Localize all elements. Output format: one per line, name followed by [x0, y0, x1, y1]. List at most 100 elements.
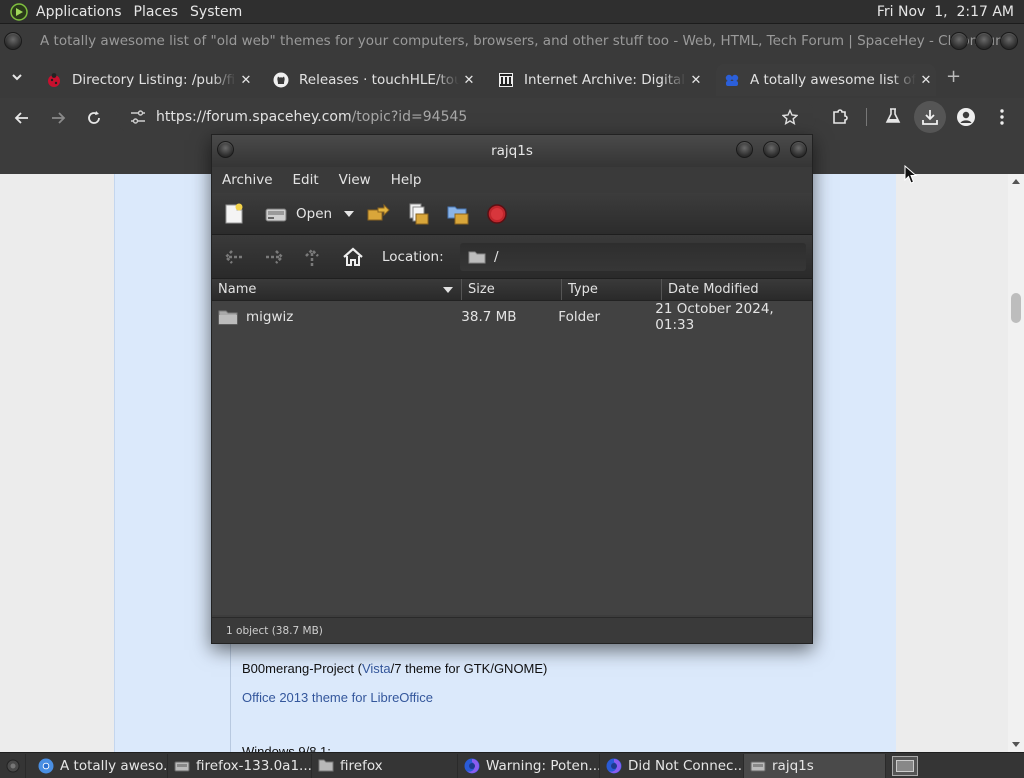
- maximize-button[interactable]: [975, 32, 993, 50]
- site-info-icon[interactable]: [130, 110, 146, 124]
- maximize-button[interactable]: [763, 141, 780, 158]
- location-field[interactable]: /: [460, 243, 806, 271]
- file-list[interactable]: migwiz 38.7 MB Folder 21 October 2024, 0…: [212, 301, 812, 615]
- taskbar-item-warning[interactable]: Warning: Poten...: [458, 753, 600, 778]
- archive-statusbar: 1 object (38.7 MB): [212, 617, 812, 643]
- taskbar-item-firefox-archive[interactable]: firefox-133.0a1....: [168, 753, 312, 778]
- post-line-windows: Windows 9/8.1:: [242, 744, 331, 752]
- archive-manager-window[interactable]: rajq1s Archive Edit View Help Open Locat…: [211, 134, 813, 644]
- url-text[interactable]: https://forum.spacehey.com/topic?id=9454…: [156, 109, 467, 125]
- menu-view[interactable]: View: [329, 172, 381, 188]
- new-document-icon: [225, 203, 243, 223]
- column-name[interactable]: Name: [212, 279, 462, 300]
- mouse-cursor: [904, 165, 918, 185]
- close-button[interactable]: [1000, 32, 1018, 50]
- file-name: migwiz: [246, 309, 294, 325]
- close-tab-icon[interactable]: ✕: [236, 73, 256, 88]
- flask-icon: [885, 108, 901, 123]
- forward-button[interactable]: [40, 100, 76, 136]
- chromium-icon: [38, 758, 54, 774]
- bookmark-star-icon[interactable]: [782, 109, 798, 125]
- arrow-up-icon: [305, 247, 319, 266]
- new-tab-button[interactable]: +: [946, 66, 961, 87]
- up-button[interactable]: [302, 246, 322, 268]
- file-modified: 21 October 2024, 01:33: [655, 301, 774, 333]
- taskbar-item-firefox-folder[interactable]: firefox: [312, 753, 458, 778]
- places-menu[interactable]: Places: [128, 0, 185, 24]
- taskbar-item-rajq1s[interactable]: rajq1s: [744, 753, 886, 778]
- home-button[interactable]: [342, 246, 364, 268]
- add-folder-button[interactable]: [446, 202, 470, 226]
- window-menu-button[interactable]: [4, 32, 22, 50]
- tab-search-button[interactable]: [10, 70, 24, 84]
- archive-manager-icon: [750, 758, 766, 774]
- vista-link[interactable]: Vista: [362, 661, 391, 676]
- tab-internet-archive[interactable]: Internet Archive: Digital Lib ✕: [498, 64, 706, 96]
- stop-button[interactable]: [486, 203, 508, 225]
- tab-spacehey-active[interactable]: A totally awesome list of "o ✕: [716, 64, 936, 96]
- open-button[interactable]: Open: [264, 203, 332, 225]
- tab-strip: Directory Listing: /pub/firef ✕ Releases…: [0, 58, 1024, 98]
- clock[interactable]: Fri Nov 1, 2:17 AM: [877, 4, 1024, 20]
- close-tab-icon[interactable]: ✕: [916, 73, 936, 88]
- minimize-button[interactable]: [950, 32, 968, 50]
- forward-button[interactable]: [262, 247, 286, 267]
- scrollbar-thumb[interactable]: [1011, 293, 1021, 323]
- close-tab-icon[interactable]: ✕: [459, 73, 479, 88]
- reload-button[interactable]: [76, 100, 112, 136]
- workspace-icon: [896, 759, 914, 772]
- browser-titlebar[interactable]: A totally awesome list of "old web" them…: [0, 24, 1024, 58]
- window-menu-button[interactable]: [217, 141, 234, 158]
- minimize-button[interactable]: [736, 141, 753, 158]
- column-date-modified[interactable]: Date Modified: [662, 279, 812, 300]
- toolbar-divider: [866, 108, 867, 126]
- extract-button[interactable]: [366, 202, 390, 226]
- taskbar-item-did-not-connect[interactable]: Did Not Connec...: [600, 753, 744, 778]
- show-desktop-button[interactable]: [0, 753, 26, 778]
- close-tab-icon[interactable]: ✕: [686, 73, 706, 88]
- applications-menu[interactable]: Applications: [30, 0, 128, 24]
- gnome-foot-icon[interactable]: [10, 2, 28, 21]
- tab-directory-listing[interactable]: Directory Listing: /pub/firef ✕: [46, 64, 256, 96]
- column-size[interactable]: Size: [462, 279, 562, 300]
- desktop-icon: [6, 759, 19, 772]
- open-dropdown-arrow[interactable]: [344, 210, 355, 218]
- menu-archive[interactable]: Archive: [212, 172, 283, 188]
- back-button[interactable]: [4, 100, 40, 136]
- file-row[interactable]: migwiz 38.7 MB Folder 21 October 2024, 0…: [212, 301, 812, 333]
- tab-releases[interactable]: Releases · touchHLE/touchH ✕: [273, 64, 479, 96]
- system-menu[interactable]: System: [184, 0, 248, 24]
- puzzle-icon: [833, 109, 848, 124]
- taskbar-item-chromium[interactable]: A totally aweso...: [26, 753, 168, 778]
- column-type[interactable]: Type: [562, 279, 662, 300]
- location-bar: Location: /: [212, 235, 812, 279]
- arrow-right-icon: [266, 249, 284, 264]
- workspace-switcher[interactable]: [892, 755, 918, 776]
- menu-button[interactable]: [994, 107, 1010, 127]
- archive-titlebar[interactable]: rajq1s: [212, 135, 812, 167]
- new-archive-button[interactable]: [222, 202, 246, 226]
- add-files-button[interactable]: [406, 202, 430, 226]
- scroll-down-icon: [1012, 742, 1020, 747]
- arrow-left-icon: [224, 249, 242, 264]
- close-button[interactable]: [790, 141, 807, 158]
- plus-icon: +: [946, 66, 962, 87]
- address-bar[interactable]: https://forum.spacehey.com/topic?id=9454…: [116, 101, 816, 133]
- profile-button[interactable]: [956, 107, 976, 127]
- menu-edit[interactable]: Edit: [283, 172, 329, 188]
- labs-button[interactable]: [884, 107, 902, 125]
- menu-help[interactable]: Help: [381, 172, 432, 188]
- add-folder-icon: [447, 206, 469, 224]
- reload-icon: [88, 111, 100, 124]
- page-scrollbar[interactable]: [1008, 174, 1024, 752]
- office-2013-link[interactable]: Office 2013 theme for LibreOffice: [242, 690, 433, 705]
- archive-toolbar: Open: [212, 193, 812, 235]
- arrow-left-icon: [14, 112, 28, 124]
- extensions-button[interactable]: [830, 106, 850, 126]
- extract-icon: [367, 203, 390, 220]
- downloads-button[interactable]: [914, 101, 946, 133]
- open-drive-icon: [265, 208, 287, 221]
- archive-menubar: Archive Edit View Help: [212, 167, 812, 193]
- archive-title: rajq1s: [491, 143, 533, 159]
- back-button[interactable]: [222, 247, 246, 267]
